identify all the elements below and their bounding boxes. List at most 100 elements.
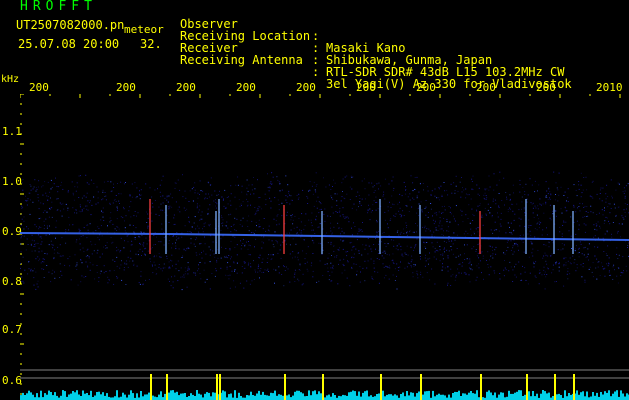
meteor-count: 32. [140,37,162,51]
noise-dot [607,231,608,233]
noise-dot [38,260,40,262]
noise-dot [388,183,390,185]
noise-dot [380,185,382,187]
noise-dot [432,219,434,221]
noise-dot [103,272,105,274]
noise-dot [375,196,377,198]
noise-dot [299,263,301,265]
noise-dot [479,203,481,205]
noise-dot [529,178,531,180]
noise-dot [344,218,346,219]
noise-dot [584,205,586,207]
noise-dot [465,273,467,275]
noise-dot [38,218,40,220]
activity-bar [84,393,86,400]
noise-dot [304,225,306,227]
noise-dot [268,254,270,256]
noise-dot [220,267,222,269]
noise-dot [47,196,49,197]
noise-dot [470,198,472,200]
noise-dot [390,218,392,219]
activity-bar [178,395,180,400]
noise-dot [62,255,64,257]
noise-dot [70,279,72,281]
noise-dot [306,268,308,270]
noise-dot [505,192,507,193]
noise-dot [351,176,353,178]
noise-dot [396,288,398,290]
noise-dot [236,218,238,220]
noise-dot [138,235,140,237]
noise-dot [475,227,477,229]
noise-dot [285,175,287,177]
noise-dot [398,243,400,245]
noise-dot [38,247,40,249]
noise-dot [233,224,234,226]
noise-dot [471,188,473,190]
noise-dot [131,183,133,185]
noise-dot [194,239,196,241]
noise-dot [230,204,232,206]
activity-bar [310,395,312,400]
noise-dot [281,189,283,191]
noise-dot [605,201,607,203]
noise-dot [50,281,52,283]
noise-dot [615,215,617,217]
noise-dot [109,270,111,272]
noise-dot [241,205,242,206]
noise-dot [194,182,196,184]
noise-dot [32,270,34,272]
noise-dot [589,266,591,268]
noise-dot [73,199,75,201]
noise-dot [514,243,516,245]
noise-dot [336,205,338,206]
noise-dot [600,187,602,189]
noise-dot [116,206,118,208]
noise-dot [561,243,563,244]
noise-dot [107,180,109,182]
noise-dot [450,275,452,277]
noise-dot [582,266,584,268]
noise-dot [538,227,540,229]
noise-dot [485,213,487,215]
activity-spike [526,374,528,400]
noise-dot [302,250,304,252]
noise-dot [585,256,587,258]
noise-dot [431,242,433,244]
noise-dot [42,185,44,187]
noise-dot [40,202,42,204]
noise-dot [383,194,385,196]
activity-bar [610,396,612,400]
noise-dot [155,268,157,270]
noise-dot [139,248,141,250]
noise-dot [583,254,585,256]
noise-dot [295,243,297,245]
noise-dot [303,239,305,241]
noise-dot [596,214,598,215]
noise-dot [465,193,467,195]
noise-dot [197,225,199,227]
noise-dot [305,213,307,215]
noise-dot [20,263,21,264]
noise-dot [457,224,459,226]
noise-dot [309,189,311,191]
noise-dot [55,220,57,222]
activity-bar [608,390,610,400]
noise-dot [444,251,445,253]
noise-dot [60,203,62,205]
noise-dot [202,228,203,230]
noise-dot [596,229,598,231]
noise-dot [434,251,436,253]
noise-dot [318,212,320,214]
activity-bar [314,390,316,400]
noise-dot [141,255,142,256]
noise-dot [356,274,358,276]
noise-dot [436,241,438,243]
noise-dot [203,250,204,252]
noise-dot [395,248,397,250]
noise-dot [148,279,150,280]
noise-dot [499,171,501,173]
noise-dot [135,227,137,229]
noise-dot [530,225,532,226]
noise-dot [167,206,169,208]
